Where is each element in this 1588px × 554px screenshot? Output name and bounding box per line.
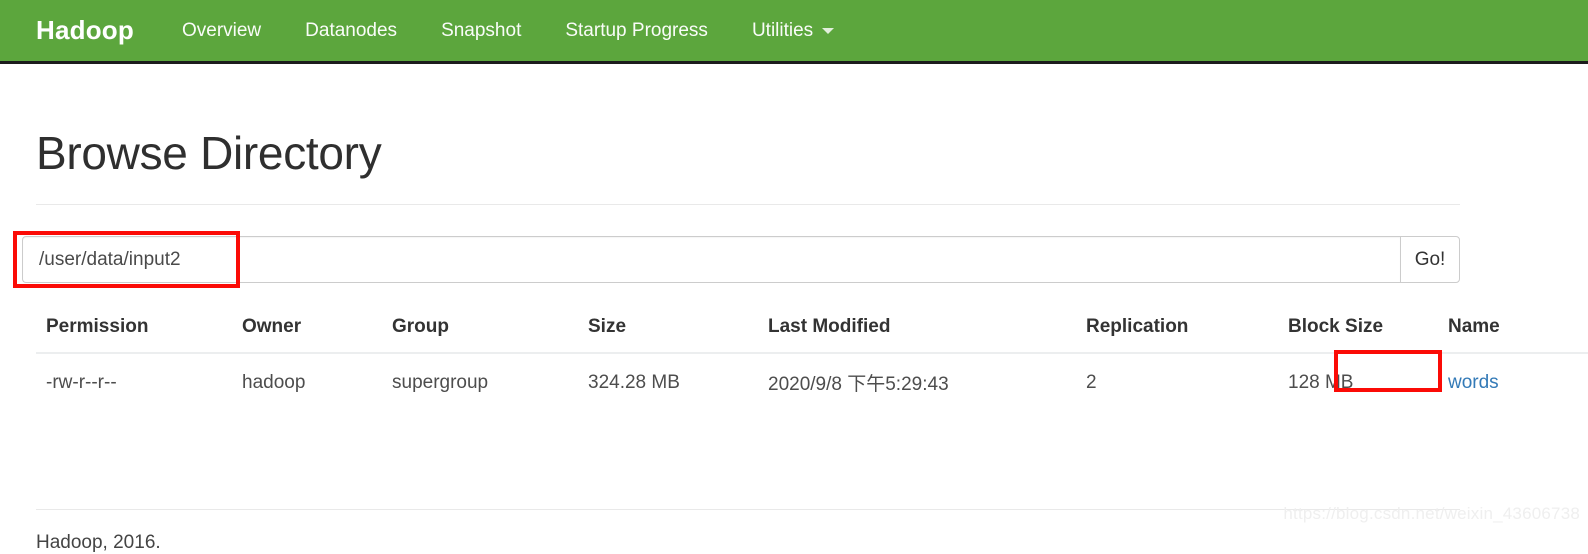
title-divider: [36, 204, 1460, 205]
column-header-group[interactable]: Group: [382, 308, 578, 354]
chevron-down-icon: [822, 27, 835, 34]
top-navbar: Hadoop Overview Datanodes Snapshot Start…: [0, 0, 1588, 64]
cell-replication: 2: [1086, 371, 1097, 393]
column-header-block-size[interactable]: Block Size: [1278, 308, 1438, 354]
nav-item-utilities-label: Utilities: [751, 19, 814, 41]
cell-size: 324.28 MB: [588, 371, 680, 393]
column-header-owner[interactable]: Owner: [232, 308, 382, 354]
cell-permission: -rw-r--r--: [46, 371, 117, 393]
cell-last-modified: 2020/9/8 下午5:29:43: [768, 374, 949, 395]
nav-item-startup-progress[interactable]: Startup Progress: [565, 20, 708, 42]
navbar-inner: Hadoop Overview Datanodes Snapshot Start…: [0, 0, 1588, 61]
column-header-last-modified[interactable]: Last Modified: [758, 308, 1076, 354]
watermark: https://blog.csdn.net/weixin_43606738: [1283, 504, 1580, 523]
cell-owner: hadoop: [242, 371, 306, 393]
table-body: -rw-r--r-- hadoop supergroup 324.28 MB 2…: [36, 353, 1588, 411]
column-header-size[interactable]: Size: [578, 308, 758, 354]
nav-item-utilities[interactable]: Utilities: [751, 19, 835, 42]
nav-item-overview[interactable]: Overview: [182, 20, 261, 42]
footer-text: Hadoop, 2016.: [36, 532, 161, 553]
file-link-words[interactable]: words: [1448, 372, 1499, 393]
nav-item-snapshot[interactable]: Snapshot: [441, 20, 521, 42]
cell-block-size: 128 MB: [1288, 371, 1354, 393]
cell-group: supergroup: [392, 371, 489, 393]
go-button[interactable]: Go!: [1400, 236, 1460, 283]
page-title: Browse Directory: [36, 127, 382, 179]
directory-listing-table: Permission Owner Group Size Last Modifie…: [36, 308, 1588, 411]
column-header-name[interactable]: Name: [1438, 308, 1588, 354]
column-header-replication[interactable]: Replication: [1076, 308, 1278, 354]
page-container: Browse Directory Go! Permission Owner Gr…: [0, 64, 1588, 553]
nav-item-datanodes[interactable]: Datanodes: [305, 20, 397, 42]
cell-name: words: [1438, 353, 1588, 411]
path-input-group: Go!: [22, 236, 1460, 283]
table-row: -rw-r--r-- hadoop supergroup 324.28 MB 2…: [36, 353, 1588, 411]
table-head: Permission Owner Group Size Last Modifie…: [36, 308, 1588, 354]
brand-logo-hadoop[interactable]: Hadoop: [36, 15, 134, 46]
table-header-row: Permission Owner Group Size Last Modifie…: [36, 308, 1588, 354]
footer-divider: [36, 509, 1460, 510]
path-input[interactable]: [22, 236, 1400, 283]
column-header-permission[interactable]: Permission: [36, 308, 232, 354]
